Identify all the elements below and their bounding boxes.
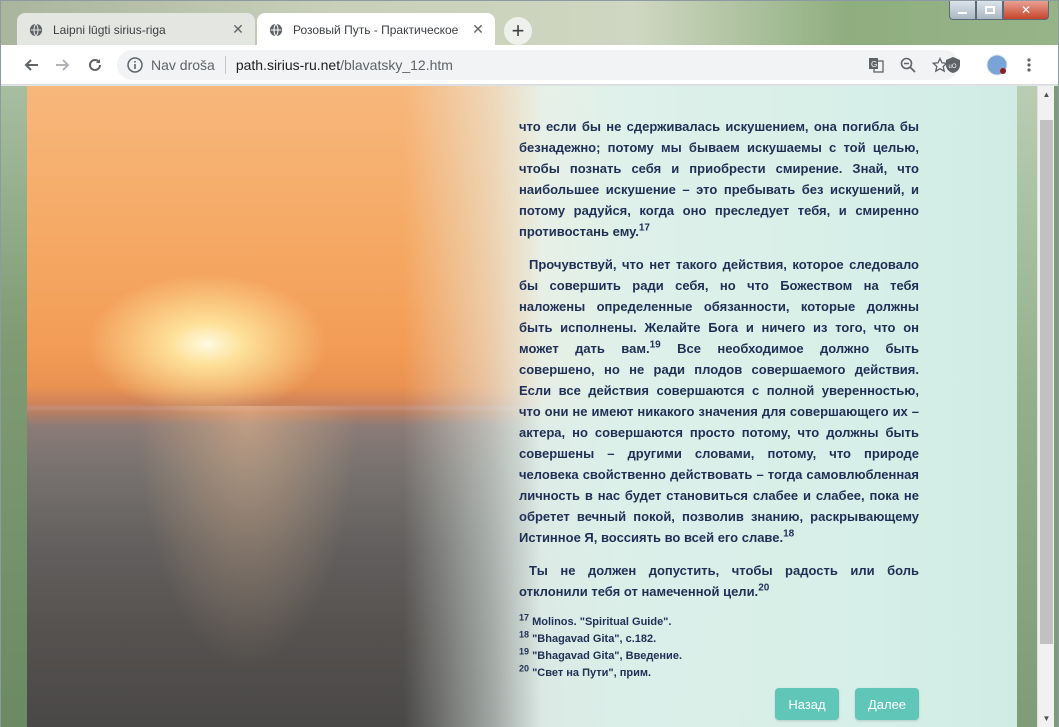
- window-controls: ✕: [949, 1, 1049, 21]
- maximize-button[interactable]: [976, 1, 1003, 20]
- back-arrow-icon[interactable]: [19, 53, 43, 77]
- page-content: что если бы не сдерживалась искушением, …: [27, 86, 1017, 727]
- paragraph: Прочувствуй, что нет такого действия, ко…: [519, 254, 919, 548]
- tab-strip: Laipni lūgti sirius-riga ✕ Розовый Путь …: [1, 1, 1058, 46]
- paragraph-text: Ты не должен допустить, чтобы радость ил…: [519, 563, 919, 599]
- footnote-number: 20: [519, 663, 530, 674]
- tab-rozovyi-put[interactable]: Розовый Путь - Практическое с ✕: [257, 13, 495, 46]
- footnote: 18 "Bhagavad Gita", с.182.: [519, 629, 919, 648]
- url-path[interactable]: /blavatsky_12.htm: [340, 57, 453, 73]
- svg-text:uO: uO: [949, 64, 957, 70]
- separator: [224, 56, 226, 74]
- footnote: 17 Molinos. "Spiritual Guide".: [519, 612, 919, 631]
- menu-dots-icon[interactable]: [1017, 53, 1041, 77]
- scroll-down-icon[interactable]: ▼: [1038, 710, 1055, 727]
- footnotes: 17 Molinos. "Spiritual Guide". 18 "Bhaga…: [519, 612, 919, 682]
- tab-title: Розовый Путь - Практическое с: [293, 22, 461, 37]
- paragraph-text: что если бы не сдерживалась искушением, …: [519, 119, 919, 239]
- scrollbar-thumb[interactable]: [1040, 120, 1053, 644]
- paragraph: Ты не должен допустить, чтобы радость ил…: [519, 560, 919, 602]
- paragraph: что если бы не сдерживалась искушением, …: [519, 116, 919, 242]
- security-label[interactable]: Nav droša: [151, 57, 215, 73]
- close-window-button[interactable]: ✕: [1003, 1, 1049, 20]
- new-tab-button[interactable]: +: [504, 17, 532, 45]
- globe-icon: [269, 23, 283, 36]
- footnote-ref[interactable]: 17: [639, 223, 650, 234]
- svg-text:G: G: [871, 60, 877, 69]
- browser-window: Laipni lūgti sirius-riga ✕ Розовый Путь …: [0, 0, 1059, 727]
- footnote-ref[interactable]: 19: [650, 340, 661, 351]
- scroll-up-icon[interactable]: ▲: [1038, 86, 1055, 103]
- translate-icon[interactable]: G: [865, 54, 887, 76]
- paragraph-text: Все необходимое должно быть совершено, н…: [519, 341, 920, 545]
- zoom-out-icon[interactable]: [897, 54, 919, 76]
- background-edge: [1017, 86, 1037, 727]
- globe-icon: [29, 23, 43, 36]
- address-bar[interactable]: Nav droša path.sirius-ru.net/blavatsky_1…: [117, 50, 959, 80]
- next-button[interactable]: Далее: [855, 688, 919, 720]
- footnote-text: "Bhagavad Gita", Введение.: [529, 650, 682, 662]
- tab-sirius-riga[interactable]: Laipni lūgti sirius-riga ✕: [17, 13, 255, 46]
- footnote-text: "Свет на Пути", прим.: [529, 667, 652, 679]
- background-edge: [1, 86, 27, 727]
- url-host[interactable]: path.sirius-ru.net: [236, 57, 340, 73]
- back-button[interactable]: Назад: [775, 688, 839, 720]
- footnote-ref[interactable]: 20: [758, 583, 769, 594]
- reload-icon[interactable]: [83, 53, 107, 77]
- shield-extension-icon[interactable]: uO: [941, 53, 965, 77]
- footnote-number: 17: [519, 612, 530, 623]
- page-viewport: что если бы не сдерживалась искушением, …: [1, 86, 1058, 727]
- omnibox-actions: G: [865, 54, 951, 76]
- tab-title: Laipni lūgti sirius-riga: [53, 22, 166, 37]
- minimize-button[interactable]: [949, 1, 976, 20]
- info-icon[interactable]: [127, 57, 143, 73]
- footnote: 20 "Свет на Пути", прим.: [519, 663, 919, 682]
- footnote-number: 18: [519, 629, 530, 640]
- footnote-text: Molinos. "Spiritual Guide".: [529, 616, 672, 628]
- article-text: что если бы не сдерживалась искушением, …: [519, 116, 919, 682]
- forward-arrow-icon[interactable]: [51, 53, 75, 77]
- browser-toolbar: Nav droša path.sirius-ru.net/blavatsky_1…: [1, 45, 1058, 85]
- footnote: 19 "Bhagavad Gita", Введение.: [519, 646, 919, 665]
- close-icon[interactable]: ✕: [469, 21, 487, 39]
- vertical-scrollbar[interactable]: ▲ ▼: [1037, 86, 1054, 727]
- footnote-ref[interactable]: 18: [783, 529, 794, 540]
- footnote-text: "Bhagavad Gita", с.182.: [529, 633, 657, 645]
- close-icon[interactable]: ✕: [229, 21, 247, 39]
- footnote-number: 19: [519, 646, 530, 657]
- profile-avatar[interactable]: [985, 53, 1009, 77]
